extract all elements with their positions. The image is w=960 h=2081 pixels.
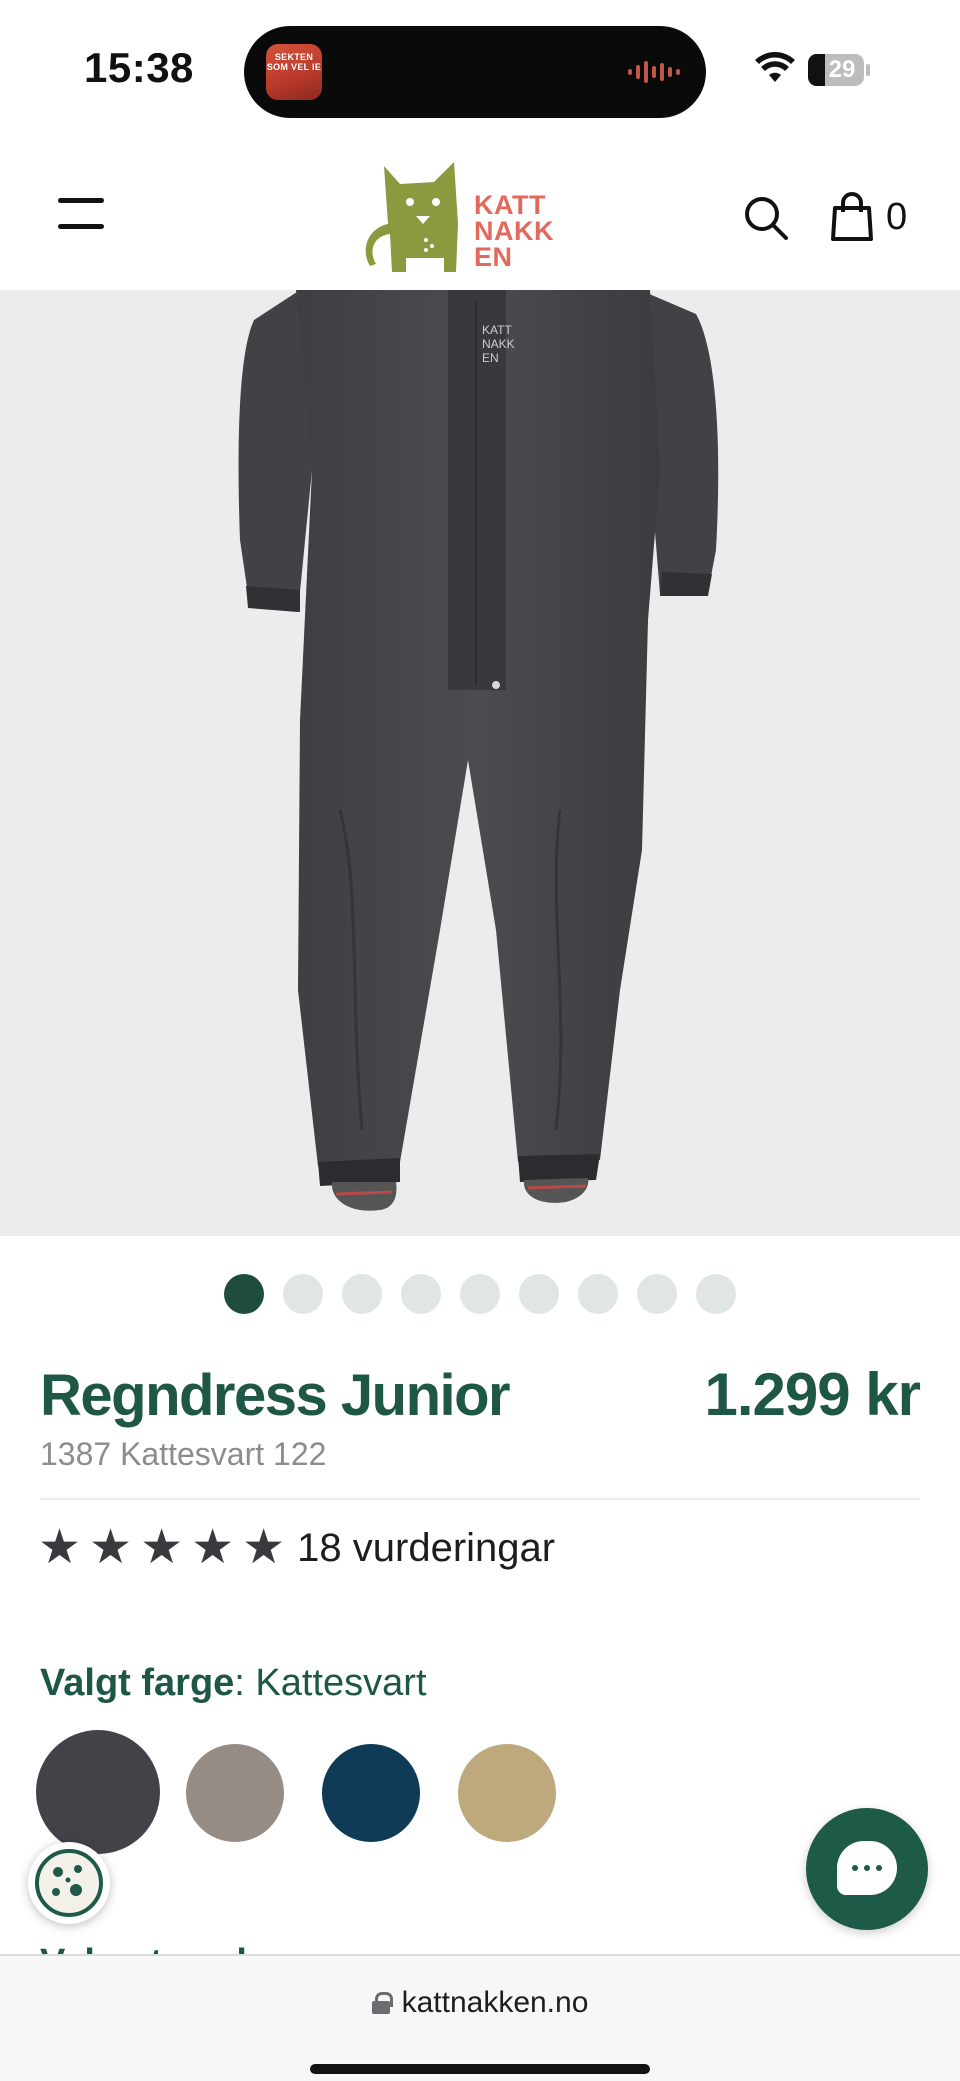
product-image[interactable]: KATT NAKK EN bbox=[0, 290, 960, 1236]
carousel-pagination bbox=[0, 1274, 960, 1314]
url-field[interactable]: kattnakken.no bbox=[0, 1986, 960, 2020]
carousel-dot-4[interactable] bbox=[401, 1274, 441, 1314]
artwork-text: SEKTEN SOM VEL IE bbox=[266, 52, 322, 72]
product-variant: 1387 Kattesvart 122 bbox=[40, 1436, 327, 1472]
url-text: kattnakken.no bbox=[401, 1986, 589, 2019]
product-price: 1.299 kr bbox=[704, 1361, 921, 1428]
carousel-dot-2[interactable] bbox=[283, 1274, 323, 1314]
carousel-dot-8[interactable] bbox=[637, 1274, 677, 1314]
cookie-settings-button[interactable] bbox=[28, 1842, 110, 1924]
color-label: Valgt farge: Kattesvart bbox=[40, 1662, 427, 1704]
selected-color: Kattesvart bbox=[255, 1662, 427, 1704]
dynamic-island[interactable]: SEKTEN SOM VEL IE bbox=[244, 26, 706, 118]
browser-address-bar: kattnakken.no bbox=[0, 1954, 960, 2081]
hamburger-menu-button[interactable] bbox=[58, 198, 106, 232]
battery-level: 29 bbox=[828, 56, 856, 83]
product-title: Regndress Junior bbox=[40, 1363, 511, 1428]
star-icon: ★ bbox=[140, 1521, 184, 1574]
color-swatch-sand[interactable] bbox=[458, 1744, 556, 1842]
logo-text: KATT NAKK EN bbox=[474, 190, 554, 272]
divider bbox=[40, 1498, 920, 1500]
cat-logo-icon bbox=[365, 162, 458, 272]
wifi-icon bbox=[755, 52, 795, 82]
carousel-dot-3[interactable] bbox=[342, 1274, 382, 1314]
search-icon[interactable] bbox=[742, 194, 790, 242]
star-icon: ★ bbox=[89, 1521, 133, 1574]
svg-text:EN: EN bbox=[482, 351, 499, 365]
chat-button[interactable] bbox=[806, 1808, 928, 1930]
now-playing-artwork: SEKTEN SOM VEL IE bbox=[266, 44, 322, 100]
color-label-title: Valgt farge bbox=[40, 1662, 235, 1704]
rain-suit-illustration: KATT NAKK EN bbox=[238, 290, 719, 1211]
shopping-bag-icon[interactable] bbox=[830, 192, 874, 242]
cookie-icon bbox=[35, 1849, 103, 1917]
carousel-dot-9[interactable] bbox=[696, 1274, 736, 1314]
home-indicator[interactable] bbox=[310, 2064, 650, 2074]
status-bar: 15:38 SEKTEN SOM VEL IE 29 bbox=[0, 0, 960, 140]
carousel-dot-6[interactable] bbox=[519, 1274, 559, 1314]
color-swatch-grey[interactable] bbox=[186, 1744, 284, 1842]
lock-icon bbox=[371, 1992, 393, 2014]
carousel-dot-7[interactable] bbox=[578, 1274, 618, 1314]
site-logo[interactable]: KATT NAKK EN bbox=[362, 154, 562, 284]
cart-count[interactable]: 0 bbox=[886, 196, 907, 239]
audio-waveform-icon bbox=[628, 61, 680, 83]
color-swatch-kattesvart[interactable] bbox=[36, 1730, 160, 1854]
svg-text:NAKK: NAKK bbox=[482, 337, 515, 351]
chat-bubble-icon bbox=[837, 1841, 897, 1895]
rating-summary[interactable]: ★ ★ ★ ★ ★ 18 vurderingar bbox=[38, 1524, 555, 1572]
carousel-dot-1[interactable] bbox=[224, 1274, 264, 1314]
star-icon: ★ bbox=[38, 1521, 82, 1574]
site-header: KATT NAKK EN 0 bbox=[0, 140, 960, 290]
star-icon: ★ bbox=[191, 1521, 235, 1574]
svg-text:KATT: KATT bbox=[482, 323, 512, 337]
carousel-dot-5[interactable] bbox=[460, 1274, 500, 1314]
star-icon: ★ bbox=[242, 1521, 286, 1574]
status-time: 15:38 bbox=[84, 44, 194, 91]
color-swatch-navy[interactable] bbox=[322, 1744, 420, 1842]
rating-count: 18 vurderingar bbox=[297, 1525, 556, 1570]
size-section-heading: Velg størrelse bbox=[40, 1942, 289, 1954]
